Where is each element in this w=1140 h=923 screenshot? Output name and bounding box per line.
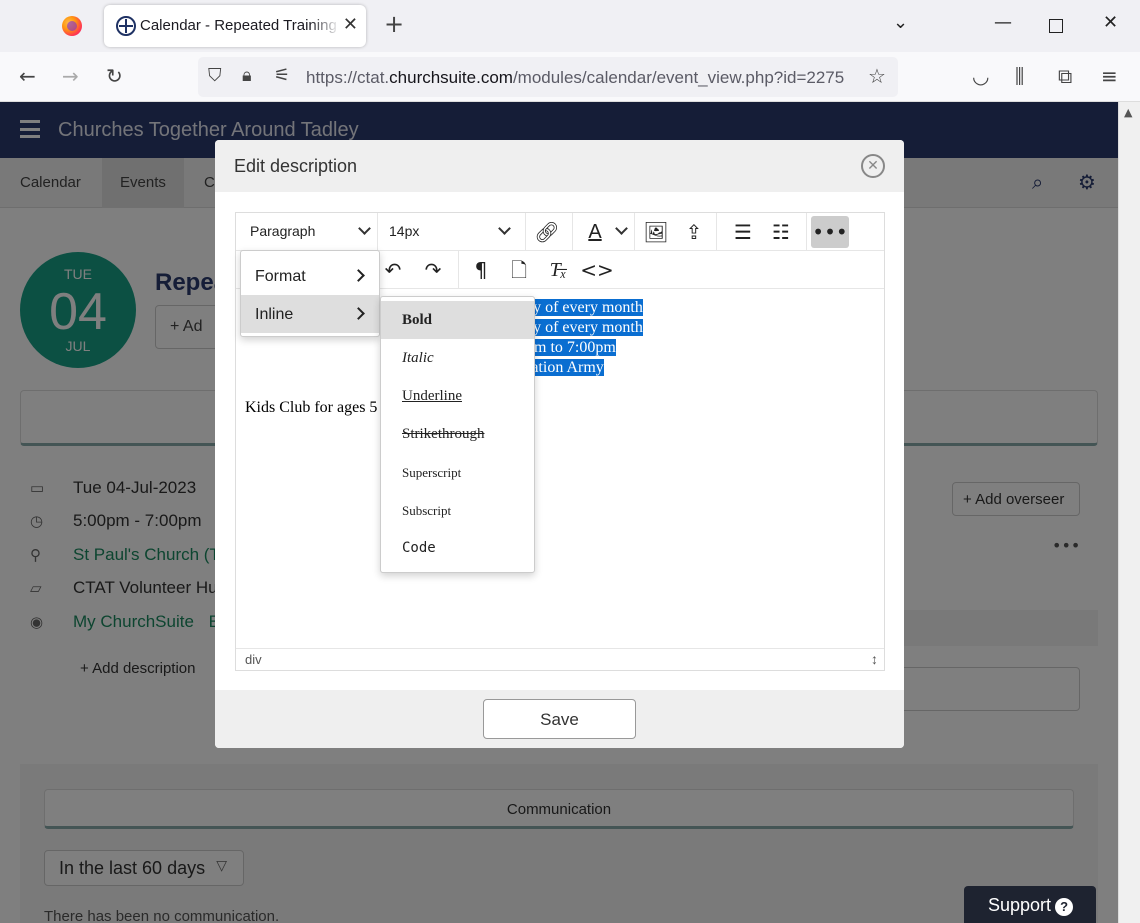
- menu-item-strikethrough[interactable]: Strikethrough: [381, 415, 534, 453]
- pocket-icon[interactable]: ◡: [972, 64, 989, 88]
- editor-content[interactable]: ay of every month ay of every month om t…: [236, 289, 884, 647]
- more-toolbar-icon[interactable]: •••: [811, 216, 849, 248]
- source-code-icon[interactable]: <>: [580, 254, 614, 286]
- close-window-icon[interactable]: ✕: [1103, 12, 1118, 33]
- save-button[interactable]: Save: [483, 699, 636, 739]
- browser-nav-bar: ← → ↻ ⛉ 🔒︎ ⚟ https://ctat.churchsuite.co…: [0, 52, 1140, 102]
- menu-item-label: Format: [255, 268, 306, 285]
- minimize-icon[interactable]: —: [994, 12, 1012, 33]
- selected-text: om to 7:00pm: [526, 339, 616, 356]
- close-icon[interactable]: ✕: [861, 154, 885, 178]
- font-size-select[interactable]: 14px: [389, 223, 419, 239]
- tab-close-icon[interactable]: ✕: [343, 14, 358, 35]
- back-icon[interactable]: ←: [19, 64, 36, 88]
- menu-item-inline[interactable]: Inline: [241, 295, 379, 333]
- menu-item-label: Subscript: [402, 503, 452, 518]
- image-icon[interactable]: 🖼︎: [639, 216, 673, 248]
- upload-icon[interactable]: ⇪: [677, 216, 711, 248]
- page-scrollbar[interactable]: ▲: [1118, 102, 1140, 923]
- menu-item-label: Italic: [402, 350, 434, 366]
- shield-icon[interactable]: ⛉: [208, 65, 222, 86]
- element-path[interactable]: div: [245, 652, 262, 667]
- tab-title: Calendar - Repeated Training Ev: [140, 17, 340, 34]
- redo-icon[interactable]: ↷: [416, 254, 450, 286]
- menu-item-italic[interactable]: Italic: [381, 339, 534, 377]
- support-button[interactable]: Support?: [964, 886, 1096, 923]
- toolbar-separator: [572, 213, 573, 251]
- modal-header: Edit description ✕: [215, 140, 904, 192]
- menu-item-label: Underline: [402, 388, 462, 404]
- bullet-list-icon[interactable]: ☰: [726, 216, 760, 248]
- url-bar[interactable]: ⛉ 🔒︎ ⚟ https://ctat.churchsuite.com/modu…: [198, 57, 898, 97]
- content-line-5: Kids Club for ages 5: [245, 399, 378, 416]
- browser-tab-bar: Calendar - Repeated Training Ev ✕ + ⌄ — …: [0, 0, 1140, 52]
- extensions-icon[interactable]: ⧉: [1058, 64, 1072, 88]
- editor-statusbar: div ↕: [236, 648, 884, 670]
- toolbar-separator: [377, 213, 378, 251]
- menu-item-label: Inline: [255, 306, 294, 323]
- browser-tab[interactable]: Calendar - Repeated Training Ev ✕: [104, 5, 366, 47]
- toolbar-separator: [716, 213, 717, 251]
- new-document-icon[interactable]: 🗋: [502, 254, 536, 286]
- toolbar-separator: [458, 251, 459, 289]
- undo-icon[interactable]: ↶: [376, 254, 410, 286]
- paragraph-mark-icon[interactable]: ¶: [464, 254, 498, 286]
- menu-item-format[interactable]: Format: [241, 257, 379, 295]
- toolbar-separator: [634, 213, 635, 251]
- menu-icon[interactable]: ≡: [1101, 64, 1118, 88]
- menu-item-code[interactable]: Code: [381, 529, 534, 567]
- permissions-icon[interactable]: ⚟: [274, 65, 290, 86]
- selected-text: ration Army: [526, 359, 604, 376]
- firefox-icon[interactable]: [62, 16, 82, 36]
- url-text: https://ctat.churchsuite.com/modules/cal…: [306, 68, 845, 87]
- clear-formatting-icon[interactable]: T̶ₓ: [541, 254, 575, 286]
- text-color-icon[interactable]: A: [578, 216, 612, 248]
- inline-submenu: Bold Italic Underline Strikethrough Supe…: [380, 296, 535, 573]
- content-line-2: ay of every month: [526, 319, 643, 337]
- numbered-list-icon[interactable]: ☷: [764, 216, 798, 248]
- bookmark-star-icon[interactable]: ☆: [868, 64, 886, 88]
- resize-handle-icon[interactable]: ↕: [871, 651, 878, 667]
- content-line-3: om to 7:00pm: [526, 339, 616, 357]
- link-icon[interactable]: 🔗︎: [530, 216, 564, 248]
- chevron-down-icon[interactable]: [615, 222, 628, 235]
- tab-list-chevron-icon[interactable]: ⌄: [893, 12, 908, 33]
- modal-footer: Save: [215, 690, 904, 748]
- toolbar-separator: [806, 213, 807, 251]
- menu-item-underline[interactable]: Underline: [381, 377, 534, 415]
- menu-item-label: Bold: [402, 312, 433, 328]
- format-menu: Format Inline: [240, 250, 380, 337]
- content-line-1: ay of every month: [526, 299, 643, 317]
- block-format-select[interactable]: Paragraph: [250, 223, 315, 239]
- menu-item-label: Code: [402, 540, 436, 556]
- menu-item-bold[interactable]: Bold: [381, 301, 534, 339]
- scroll-up-icon[interactable]: ▲: [1124, 106, 1132, 119]
- maximize-icon[interactable]: [1049, 19, 1063, 33]
- menu-item-label: Superscript: [402, 465, 462, 480]
- churchsuite-favicon-icon: [116, 16, 136, 36]
- reload-icon[interactable]: ↻: [106, 64, 123, 88]
- menu-item-label: Strikethrough: [402, 426, 485, 442]
- menu-item-subscript[interactable]: Subscript: [381, 491, 534, 529]
- content-line-4: ration Army: [526, 359, 604, 377]
- forward-icon[interactable]: →: [62, 64, 79, 88]
- chevron-right-icon: [352, 269, 365, 282]
- toolbar-separator: [525, 213, 526, 251]
- new-tab-icon[interactable]: +: [384, 12, 404, 36]
- modal-title: Edit description: [234, 156, 358, 176]
- chevron-right-icon: [352, 307, 365, 320]
- question-icon: ?: [1055, 898, 1074, 916]
- chevron-down-icon[interactable]: [498, 222, 511, 235]
- support-label: Support: [988, 895, 1052, 915]
- editor-toolbar-primary: Paragraph 14px 🔗︎ A 🖼︎ ⇪ ☰ ☷ •••: [236, 213, 884, 251]
- lock-icon[interactable]: 🔒︎: [242, 65, 252, 86]
- edit-description-modal: Edit description ✕ Paragraph 14px 🔗︎ A 🖼…: [215, 140, 904, 748]
- library-icon[interactable]: ⫼: [1015, 64, 1024, 88]
- selected-text: ay of every month: [526, 299, 643, 316]
- chevron-down-icon[interactable]: [358, 222, 371, 235]
- menu-item-superscript[interactable]: Superscript: [381, 453, 534, 491]
- selected-text: ay of every month: [526, 319, 643, 336]
